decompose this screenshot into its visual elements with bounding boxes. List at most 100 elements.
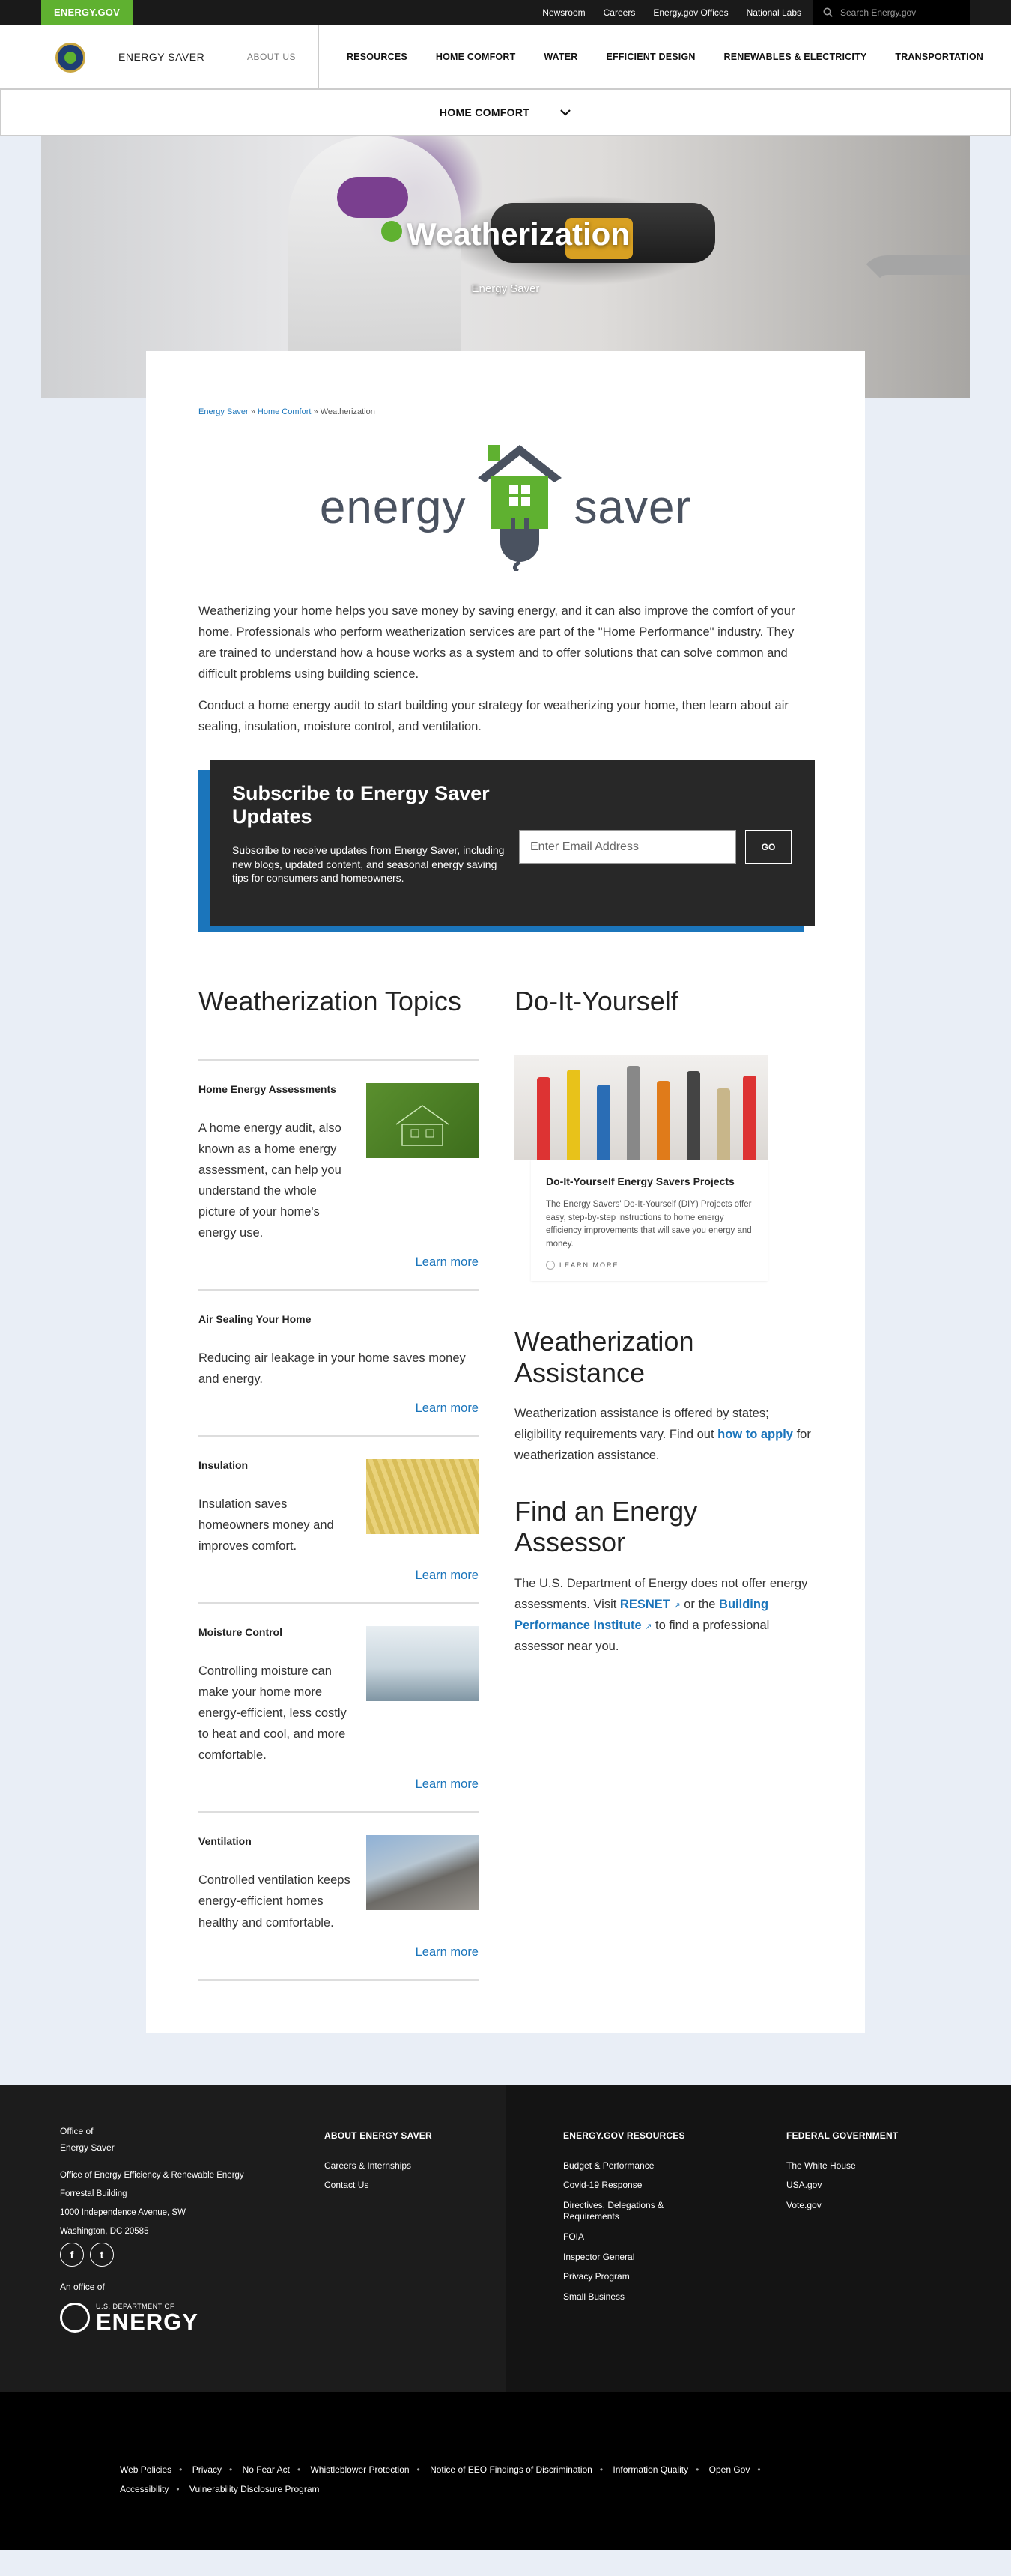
insulation-thumbnail-image[interactable] [366, 1459, 479, 1535]
title-dot-icon [381, 221, 403, 242]
nav-transportation[interactable]: TRANSPORTATION [895, 52, 983, 62]
energy-gov-brand-link[interactable]: ENERGY.GOV [41, 0, 133, 25]
site-name-link[interactable]: ENERGY SAVER [118, 25, 204, 89]
policy-link[interactable]: Web Policies [120, 2464, 171, 2475]
address-line: Forrestal Building [60, 2189, 127, 2198]
doe-seal-icon [60, 2303, 90, 2333]
learn-more-link[interactable]: Learn more [198, 1401, 479, 1416]
subscribe-block: Subscribe to Energy Saver Updates Subscr… [198, 760, 815, 933]
footer-col-federal: FEDERAL GOVERNMENT The White House USA.g… [786, 2130, 936, 2220]
policy-link[interactable]: Accessibility [120, 2484, 168, 2494]
house-thumbnail-image[interactable] [366, 1082, 479, 1158]
separator-dot: • [297, 2464, 301, 2475]
search-input[interactable]: Search Energy.gov [813, 0, 970, 25]
utility-link-careers[interactable]: Careers [604, 7, 636, 18]
separator-dot: • [176, 2483, 180, 2494]
nav-water[interactable]: WATER [544, 52, 577, 62]
topic-text: A home energy audit, also known as a hom… [198, 1121, 341, 1240]
footer-link[interactable]: Privacy Program [563, 2271, 698, 2283]
policy-link[interactable]: Whistleblower Protection [310, 2464, 409, 2475]
search-icon [823, 7, 833, 17]
utility-link-newsroom[interactable]: Newsroom [542, 7, 585, 18]
hero-subtitle: Energy Saver [471, 282, 540, 295]
footer-link[interactable]: Contact Us [324, 2180, 474, 2192]
vent-thumbnail-image[interactable] [366, 1835, 479, 1911]
assistance-text: Weatherization assistance is offered by … [514, 1406, 811, 1462]
search-placeholder: Search Energy.gov [840, 7, 917, 18]
diy-card-title[interactable]: Do-It-Yourself Energy Savers Projects [546, 1175, 753, 1188]
diy-heading: Do-It-Yourself [514, 986, 678, 1017]
breadcrumb-home-comfort[interactable]: Home Comfort [258, 407, 312, 416]
footer-link[interactable]: Budget & Performance [563, 2160, 698, 2172]
how-to-apply-link[interactable]: how to apply [717, 1428, 793, 1441]
learn-more-link[interactable]: Learn more [198, 1255, 479, 1270]
external-link-icon: ↗ [673, 1601, 681, 1610]
moisture-thumbnail-image[interactable] [366, 1626, 479, 1702]
address-line: 1000 Independence Avenue, SW [60, 2208, 186, 2218]
footer-link[interactable]: Small Business [563, 2291, 698, 2303]
email-field[interactable]: Enter Email Address [519, 830, 736, 864]
separator-dot: • [416, 2464, 420, 2475]
utility-links: Newsroom Careers Energy.gov Offices Nati… [542, 0, 801, 25]
nav-home-comfort[interactable]: HOME COMFORT [436, 52, 516, 62]
footer-link[interactable]: The White House [786, 2160, 936, 2172]
separator-dot: • [757, 2464, 761, 2475]
diy-card-body: Do-It-Yourself Energy Savers Projects Th… [531, 1159, 768, 1282]
policy-link[interactable]: Vulnerability Disclosure Program [189, 2484, 320, 2494]
footer-col-title: FEDERAL GOVERNMENT [786, 2130, 899, 2141]
chevron-down-icon[interactable] [559, 109, 571, 116]
facebook-icon[interactable]: f [60, 2242, 84, 2267]
breadcrumb: Energy Saver » Home Comfort » Weatheriza… [198, 407, 813, 416]
about-us-link[interactable]: ABOUT US [225, 25, 319, 89]
separator-dot: • [179, 2464, 183, 2475]
subscribe-go-button[interactable]: GO [745, 830, 792, 864]
topic-title[interactable]: Air Sealing Your Home [198, 1313, 479, 1325]
nav-efficient-design[interactable]: EFFICIENT DESIGN [606, 52, 695, 62]
footer-link[interactable]: Inspector General [563, 2252, 698, 2264]
utility-link-offices[interactable]: Energy.gov Offices [653, 7, 728, 18]
separator-dot: • [696, 2464, 699, 2475]
address-line: Office of Energy Efficiency & Renewable … [60, 2170, 244, 2180]
policy-link[interactable]: Privacy [192, 2464, 222, 2475]
footer-link[interactable]: Vote.gov [786, 2200, 936, 2212]
footer-office-line: Office of [60, 2125, 94, 2136]
assistance-heading: Weatherization Assistance [514, 1326, 694, 1388]
subscribe-title: Subscribe to Energy Saver Updates [232, 782, 490, 828]
doe-logo[interactable]: U.S. DEPARTMENT OF ENERGY [60, 2303, 198, 2333]
footer-link[interactable]: Directives, Delegations & Requirements [563, 2200, 698, 2223]
learn-more-link[interactable]: Learn more [198, 1569, 479, 1583]
policy-link[interactable]: No Fear Act [243, 2464, 290, 2475]
footer-col-resources: ENERGY.GOV RESOURCES Budget & Performanc… [563, 2130, 698, 2312]
policy-link[interactable]: Information Quality [613, 2464, 688, 2475]
house-plug-icon [478, 445, 562, 571]
footer-link[interactable]: Careers & Internships [324, 2160, 474, 2172]
topic-item: Moisture Control Controlling moisture ca… [198, 1602, 479, 1811]
doe-logo-big: ENERGY [96, 2308, 198, 2335]
twitter-icon[interactable]: t [90, 2242, 114, 2267]
learn-more-link[interactable]: Learn more [198, 1945, 479, 1960]
learn-more-link[interactable]: Learn more [198, 1778, 479, 1792]
social-links: f t [60, 2242, 114, 2267]
diy-card[interactable]: Do-It-Yourself Energy Savers Projects Th… [514, 1054, 768, 1282]
resnet-link[interactable]: RESNET [620, 1598, 670, 1611]
policy-link[interactable]: Open Gov [709, 2464, 750, 2475]
topic-item: Insulation Insulation saves homeowners m… [198, 1435, 479, 1602]
doe-seal-icon[interactable] [55, 43, 85, 73]
footer-link[interactable]: FOIA [563, 2231, 698, 2243]
nav-renewables-electricity[interactable]: RENEWABLES & ELECTRICITY [724, 52, 867, 62]
an-office-of: An office of [60, 2281, 105, 2292]
section-subnav[interactable]: HOME COMFORT [0, 89, 1011, 136]
policy-links: Web Policies • Privacy • No Fear Act • Whis… [120, 2460, 899, 2500]
policy-link[interactable]: Notice of EEO Findings of Discrimination [430, 2464, 592, 2475]
breadcrumb-energy-saver[interactable]: Energy Saver [198, 407, 249, 416]
diy-learn-more-link[interactable]: LEARN MORE [546, 1261, 619, 1270]
utility-link-labs[interactable]: National Labs [747, 7, 801, 18]
footer-link[interactable]: Covid-19 Response [563, 2180, 698, 2192]
site-header: ENERGY SAVER ABOUT US RESOURCES HOME COM… [0, 25, 1011, 89]
subscribe-text: Subscribe to receive updates from Energy… [232, 844, 505, 884]
nav-resources[interactable]: RESOURCES [347, 52, 407, 62]
footer-link[interactable]: USA.gov [786, 2180, 936, 2192]
breadcrumb-current: Weatherization [320, 407, 375, 416]
topic-item: Home Energy Assessments A home energy au… [198, 1058, 479, 1289]
energy-saver-logo: energy saver [198, 443, 813, 571]
